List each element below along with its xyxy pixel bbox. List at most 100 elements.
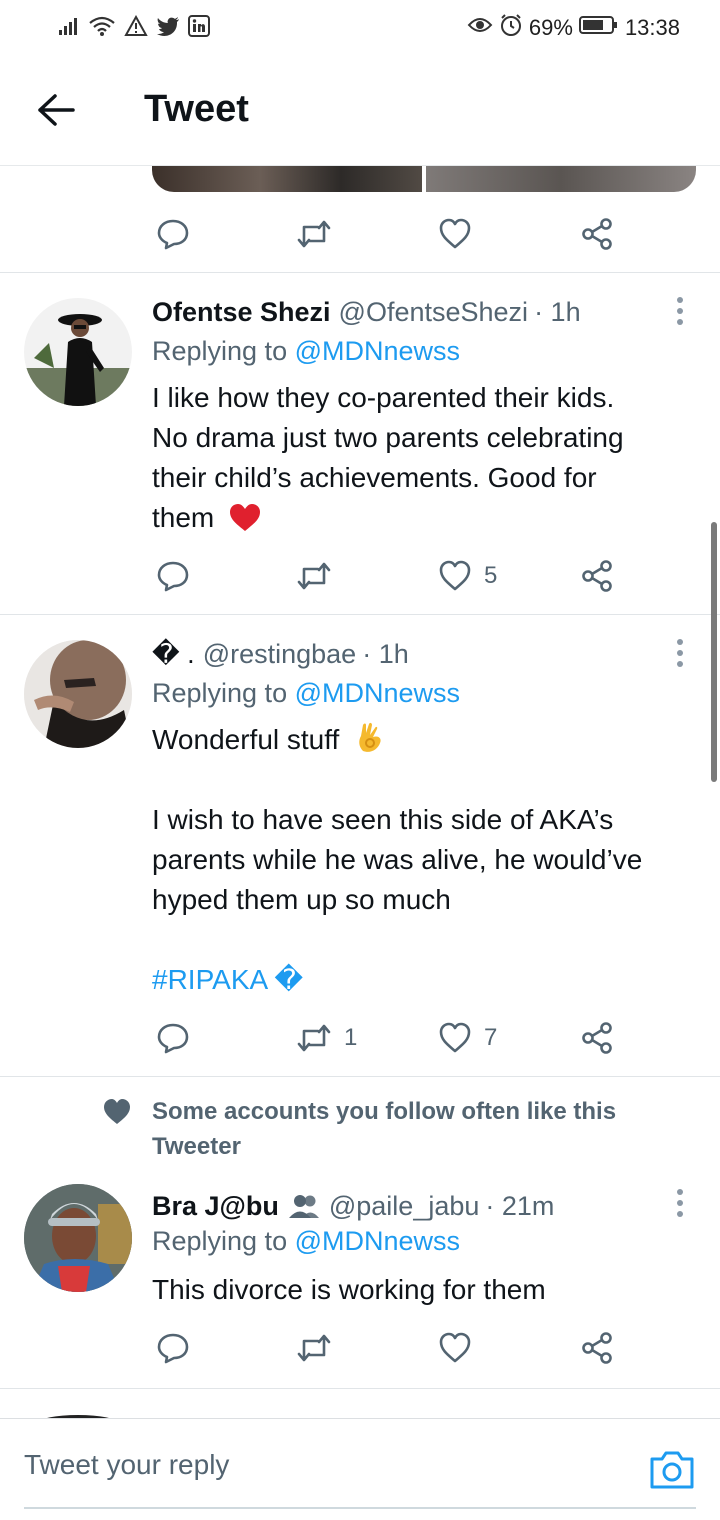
tweet-text: This divorce is working for them <box>152 1270 692 1310</box>
reply-icon <box>157 219 189 250</box>
scrollbar[interactable] <box>711 522 717 782</box>
replying-to-link[interactable]: @MDNnewss <box>295 336 460 366</box>
tweet-text-line: I wish to have seen this side of AKA’s <box>152 804 614 835</box>
heart-filled-icon <box>104 1099 130 1124</box>
share-button[interactable] <box>580 1018 614 1058</box>
media-image-1[interactable] <box>152 166 422 192</box>
display-name[interactable]: Bra J@bu <box>152 1191 279 1222</box>
like-button[interactable]: 7 <box>438 1018 497 1058</box>
tweet-text-line: Wonderful stuff <box>152 720 692 760</box>
battery-percent: 69% <box>528 15 573 40</box>
avatar[interactable] <box>24 298 132 406</box>
share-button[interactable] <box>580 556 614 596</box>
share-icon <box>582 560 612 592</box>
back-button[interactable] <box>32 86 80 134</box>
input-underline <box>24 1507 696 1509</box>
reply-composer: Tweet your reply <box>0 1418 720 1520</box>
avatar[interactable] <box>24 640 132 748</box>
tweet-text-span: them <box>152 502 215 533</box>
share-icon <box>582 1022 612 1054</box>
replying-prefix: Replying to <box>152 678 288 708</box>
display-name[interactable]: � . <box>152 639 195 670</box>
tweet-text-line: I like how they co-parented their kids. <box>152 382 615 413</box>
tweet-text-line: No drama just two parents celebrating <box>152 422 624 453</box>
reply-tweet[interactable]: Ofentse Shezi @OfentseShezi · 1h Replyin… <box>0 292 720 612</box>
reply-tweet[interactable]: � . @restingbae · 1h Replying to @MDNnew… <box>0 634 720 1074</box>
red-heart-emoji <box>230 504 261 531</box>
share-button[interactable] <box>580 214 614 254</box>
like-count: 7 <box>484 1024 498 1051</box>
more-vertical-icon[interactable] <box>668 294 692 330</box>
retweet-count: 1 <box>344 1024 358 1051</box>
heart-icon <box>439 1332 471 1363</box>
camera-button[interactable] <box>648 1447 696 1491</box>
replying-prefix: Replying to <box>152 336 288 366</box>
tweet-time: · 1h <box>362 638 409 669</box>
reply-button[interactable] <box>156 1328 190 1368</box>
retweet-icon <box>297 562 331 590</box>
reply-button[interactable] <box>156 214 190 254</box>
retweet-icon <box>297 220 331 248</box>
divider <box>0 614 720 615</box>
media-preview[interactable] <box>152 166 696 192</box>
user-handle[interactable]: @OfentseShezi <box>339 297 529 328</box>
app-header: Tweet <box>0 56 720 166</box>
signal-icon <box>58 16 80 41</box>
replying-prefix: Replying to <box>152 1226 288 1256</box>
retweet-button[interactable]: 1 <box>296 1018 357 1058</box>
retweet-button[interactable] <box>296 214 332 254</box>
like-button[interactable] <box>438 214 472 254</box>
reply-button[interactable] <box>156 556 190 596</box>
user-handle[interactable]: @restingbae <box>203 639 357 670</box>
camera-icon <box>650 1451 694 1489</box>
share-button[interactable] <box>580 1328 614 1368</box>
tweet-text-line: This divorce is working for them <box>152 1274 546 1305</box>
divider <box>0 272 720 273</box>
reply-icon <box>157 1023 189 1054</box>
alarm-icon <box>499 13 523 43</box>
clock: 13:38 <box>624 15 680 40</box>
like-count: 5 <box>484 562 498 589</box>
tweet-text-line: their child’s achievements. Good for <box>152 462 597 493</box>
share-icon <box>582 218 612 250</box>
ok-hand-emoji <box>359 722 381 752</box>
tweet-actions: 1 7 <box>152 1018 632 1058</box>
replying-to: Replying to @MDNnewss <box>152 1226 460 1257</box>
replying-to-link[interactable]: @MDNnewss <box>295 1226 460 1256</box>
tweet-text: I like how they co-parented their kids. … <box>152 378 692 538</box>
avatar[interactable] <box>24 1184 132 1292</box>
replying-to: Replying to @MDNnewss <box>152 336 460 367</box>
heart-icon <box>439 560 471 591</box>
wifi-icon <box>88 15 116 42</box>
reply-tweet[interactable]: Bra J@bu @paile_jabu · 21m Replying to @… <box>0 1184 720 1386</box>
tweet-header: Bra J@bu @paile_jabu · 21m <box>152 1186 554 1226</box>
replying-to-link[interactable]: @MDNnewss <box>295 678 460 708</box>
display-name[interactable]: Ofentse Shezi <box>152 297 331 328</box>
linkedin-icon <box>188 14 210 42</box>
tweet-text-line <box>152 760 692 800</box>
user-handle[interactable]: @paile_jabu <box>329 1191 480 1222</box>
heart-icon <box>439 1022 471 1053</box>
tweet-text-line <box>152 920 692 960</box>
tweet-text-line: hyped them up so much <box>152 884 451 915</box>
tweet-actions <box>152 214 632 254</box>
retweet-icon <box>297 1024 331 1052</box>
like-button[interactable] <box>438 1328 472 1368</box>
eye-icon <box>467 15 493 41</box>
more-vertical-icon[interactable] <box>668 1186 692 1222</box>
divider <box>0 1076 720 1077</box>
arrow-left-icon <box>38 94 75 126</box>
reply-button[interactable] <box>156 1018 190 1058</box>
followers-icon <box>288 1195 319 1218</box>
reply-input[interactable]: Tweet your reply <box>24 1449 229 1481</box>
reply-icon <box>157 1333 189 1364</box>
hashtag-link[interactable]: #RIPAKA � <box>152 960 692 1000</box>
media-image-2[interactable] <box>426 166 696 192</box>
retweet-button[interactable] <box>296 556 332 596</box>
page-title: Tweet <box>144 88 249 130</box>
tweet-header: � . @restingbae · 1h <box>152 634 409 674</box>
retweet-button[interactable] <box>296 1328 332 1368</box>
like-button[interactable]: 5 <box>438 556 497 596</box>
more-vertical-icon[interactable] <box>668 636 692 672</box>
share-icon <box>582 1332 612 1364</box>
